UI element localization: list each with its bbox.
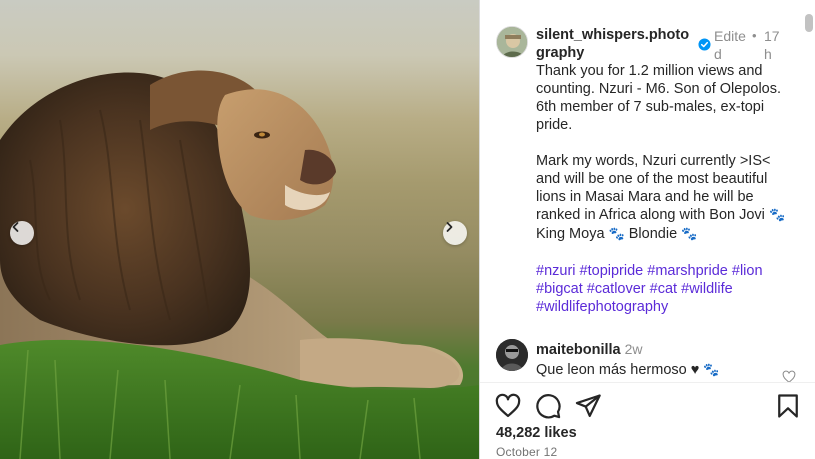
likes-count[interactable]: 48,282 likes xyxy=(496,425,577,441)
hashtag-link[interactable]: #lion xyxy=(732,263,763,279)
verified-badge-icon xyxy=(698,38,711,51)
caption-name-1: King Moya xyxy=(536,226,605,242)
hashtag-link[interactable]: #cat xyxy=(650,281,677,297)
hashtags: #nzuri #topipride #marshpride #lion #big… xyxy=(536,262,798,316)
commenter-username[interactable]: maitebonilla xyxy=(536,342,621,358)
chevron-left-icon xyxy=(12,222,19,232)
comment-body: maitebonilla 2w Que leon más hermoso ♥ 🐾 xyxy=(536,340,776,380)
commenter-avatar-image xyxy=(496,339,528,371)
heart-icon[interactable] xyxy=(494,392,522,420)
post-details-panel: silent_whispers.photography Edited • 17h… xyxy=(479,0,815,459)
author-username[interactable]: silent_whispers.photography xyxy=(536,26,692,62)
caption-text: Thank you for 1.2 million views and coun… xyxy=(536,62,798,316)
avatar-image xyxy=(497,27,527,57)
comment-time[interactable]: 2w xyxy=(625,341,643,357)
lion-photo-illustration xyxy=(0,70,479,459)
hashtag-link[interactable]: #nzuri xyxy=(536,263,576,279)
caption-paragraph-2-text: Mark my words, Nzuri currently >IS< and … xyxy=(536,153,771,223)
post-time[interactable]: 17h xyxy=(764,27,784,63)
caption-paragraph-2: Mark my words, Nzuri currently >IS< and … xyxy=(536,152,798,244)
hashtag-link[interactable]: #catlover xyxy=(587,281,646,297)
next-image-button[interactable] xyxy=(443,221,467,245)
scrollbar-thumb[interactable] xyxy=(805,14,813,32)
hashtag-link[interactable]: #topipride xyxy=(580,263,644,279)
comments-scroll-area[interactable]: silent_whispers.photography Edited • 17h… xyxy=(480,0,815,382)
post-actions-bar: 48,282 likes October 12 xyxy=(480,382,815,459)
paw-emoji: 🐾 xyxy=(703,363,720,378)
share-icon[interactable] xyxy=(574,392,602,420)
paw-emoji: 🐾 xyxy=(768,208,786,223)
author-avatar[interactable] xyxy=(496,26,528,58)
hashtag-link[interactable]: #wildlife xyxy=(681,281,733,297)
caption-body: silent_whispers.photography Edited • 17h… xyxy=(536,26,798,316)
chevron-right-icon xyxy=(446,222,453,232)
bookmark-icon[interactable] xyxy=(774,392,802,420)
previous-image-button[interactable] xyxy=(10,221,34,245)
separator-dot: • xyxy=(752,28,757,43)
edited-label: Edited xyxy=(714,28,746,62)
comment-icon[interactable] xyxy=(534,392,562,420)
paw-emoji: 🐾 xyxy=(681,227,698,242)
paw-emoji: 🐾 xyxy=(608,227,625,242)
hashtag-link[interactable]: #wildlifephotography xyxy=(536,299,668,315)
hashtag-link[interactable]: #bigcat xyxy=(536,281,583,297)
commenter-avatar[interactable] xyxy=(496,339,528,371)
scrollbar-track[interactable] xyxy=(802,0,815,382)
caption-paragraph-1: Thank you for 1.2 million views and coun… xyxy=(536,63,782,133)
comment-like-heart-icon[interactable] xyxy=(782,370,796,382)
hashtag-link[interactable]: #marshpride xyxy=(647,263,728,279)
post-photo[interactable] xyxy=(0,0,479,459)
post-date: October 12 xyxy=(496,445,558,459)
caption-name-2: Blondie xyxy=(628,226,678,242)
comment-text: Que leon más hermoso ♥ xyxy=(536,362,700,378)
